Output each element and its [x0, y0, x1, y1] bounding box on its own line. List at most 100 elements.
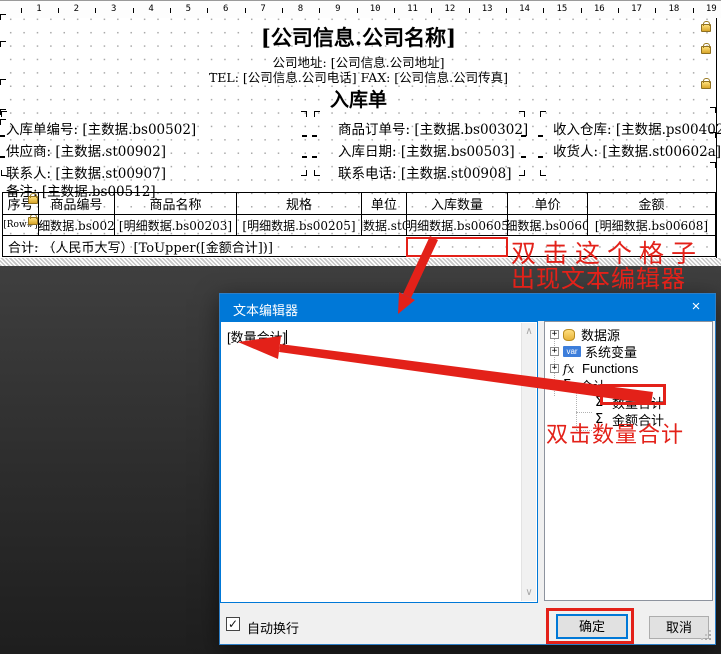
- band-mark: [0, 14, 6, 20]
- selection-mark: [302, 156, 307, 158]
- tree-item-datasource[interactable]: + 数据源: [550, 326, 620, 343]
- expression-textarea[interactable]: [数量合计] ∧ ∨: [220, 321, 538, 603]
- horizontal-ruler: 12345678910111213141516171819: [0, 0, 721, 18]
- table-data-row: [Row#] 细数据.bs002 [明细数据.bs00203] [明细数据.bs…: [3, 215, 715, 236]
- expand-icon[interactable]: +: [550, 347, 559, 356]
- selection-mark: [301, 170, 307, 176]
- collapse-icon[interactable]: -: [550, 381, 559, 390]
- table-cell[interactable]: 细数据.bs002: [39, 215, 115, 235]
- annotation-cell-note-2: 出现文本编辑器: [511, 259, 686, 294]
- table-header-cell[interactable]: 规格: [237, 193, 362, 214]
- tree-item-label: 系统变量: [585, 342, 637, 361]
- vertical-scrollbar[interactable]: ∧ ∨: [521, 323, 536, 601]
- cell-label: [明细数据.bs00203]: [119, 217, 232, 234]
- expand-icon[interactable]: +: [550, 364, 559, 373]
- field-receipt-no[interactable]: 入库单编号: [主数据.bs00502]: [6, 118, 196, 138]
- variable-icon: var: [563, 346, 581, 357]
- cancel-button[interactable]: 取消: [649, 616, 709, 639]
- scroll-down-icon[interactable]: ∨: [522, 587, 536, 598]
- band-mark: [710, 107, 716, 113]
- company-title-field[interactable]: [公司信息.公司名称]: [0, 22, 717, 52]
- highlight-box-quantity-total: [600, 384, 666, 405]
- cell-label: 细数据.st00: [362, 217, 407, 234]
- table-header-cell[interactable]: 商品编号: [39, 193, 115, 214]
- table-cell[interactable]: 细数据.bs0060: [508, 215, 588, 235]
- table-cell[interactable]: [明细数据.bs00203]: [115, 215, 237, 235]
- selection-mark: [301, 111, 307, 117]
- header-label: 商品编号: [50, 194, 102, 213]
- table-header-row: 序号 商品编号 商品名称 规格 单位 入库数量 单价 金额: [3, 193, 715, 215]
- function-icon: fx: [563, 362, 579, 376]
- field-supplier[interactable]: 供应商: [主数据.st00902]: [6, 140, 166, 160]
- selection-mark: [540, 111, 546, 117]
- cell-label: 细数据.bs002: [39, 217, 115, 234]
- header-label: 单价: [534, 194, 560, 213]
- form-title-field[interactable]: 入库单: [0, 85, 717, 112]
- tree-item-functions[interactable]: + fx Functions: [550, 360, 638, 377]
- band-mark: [710, 162, 716, 168]
- field-order-no[interactable]: 商品订单号: [主数据.bs00302]: [338, 118, 528, 138]
- band-mark: [710, 132, 716, 138]
- field-phone[interactable]: 联系电话: [主数据.st00908]: [338, 162, 511, 182]
- text-editor-dialog: 文本编辑器 × [数量合计] ∧ ∨ + 数据源 + var 系统变量: [219, 293, 716, 645]
- selection-mark: [521, 156, 526, 158]
- close-icon[interactable]: ×: [686, 298, 706, 316]
- database-icon: [563, 329, 575, 341]
- text-caret: [286, 330, 287, 344]
- selection-mark: [302, 135, 307, 137]
- tree-item-label: Functions: [582, 361, 638, 376]
- selection-mark: [0, 156, 5, 158]
- expand-icon[interactable]: +: [550, 330, 559, 339]
- field-receiver[interactable]: 收货人: [主数据.st00602a]: [553, 140, 721, 160]
- band-mark: [0, 79, 6, 85]
- table-header-cell[interactable]: 序号: [3, 193, 39, 214]
- header-label: 单位: [371, 194, 397, 213]
- band-mark: [0, 119, 6, 125]
- dialog-title: 文本编辑器: [233, 300, 298, 319]
- expression-text: [数量合计]: [227, 327, 287, 346]
- field-warehouse[interactable]: 收入仓库: [主数据.ps00402]: [553, 118, 721, 138]
- band-mark: [0, 41, 6, 47]
- selection-mark: [538, 135, 543, 137]
- table-header-cell[interactable]: 商品名称: [115, 193, 237, 214]
- report-designer-window: 12345678910111213141516171819 [公司信息.公司名称…: [0, 0, 721, 654]
- cell-label: [明细数据.bs00608]: [595, 217, 708, 234]
- selection-mark: [0, 135, 5, 137]
- selection-mark: [519, 111, 525, 117]
- header-label: 规格: [286, 194, 312, 213]
- highlight-box-ok-button: [546, 608, 634, 644]
- cell-label: 明细数据.bs00605: [407, 217, 508, 234]
- table-cell[interactable]: 细数据.st00: [362, 215, 407, 235]
- lock-icon: [701, 81, 711, 89]
- cell-label: [明细数据.bs00205]: [242, 217, 355, 234]
- lock-icon: [28, 196, 38, 204]
- scroll-up-icon[interactable]: ∧: [522, 326, 536, 337]
- field-contact[interactable]: 联系人: [主数据.st00907]: [6, 162, 166, 182]
- header-label: 金额: [638, 194, 664, 213]
- tree-item-totals[interactable]: - Σ 合计: [550, 377, 606, 394]
- annotation-tree-note: 双击数量合计: [546, 417, 684, 449]
- header-label: 入库数量: [431, 194, 483, 213]
- selection-mark: [312, 156, 317, 158]
- table-header-cell[interactable]: 单价: [508, 193, 588, 214]
- tree-item-system-vars[interactable]: + var 系统变量: [550, 343, 637, 360]
- lock-icon: [28, 217, 38, 225]
- cell-label: 细数据.bs0060: [508, 217, 588, 234]
- lock-icon: [701, 24, 711, 32]
- tel-fax-field[interactable]: TEL: [公司信息.公司电话] FAX: [公司信息.公司传真]: [0, 67, 717, 86]
- table-cell[interactable]: [明细数据.bs00608]: [588, 215, 715, 235]
- table-header-cell[interactable]: 金额: [588, 193, 715, 214]
- table-cell[interactable]: [明细数据.bs00205]: [237, 215, 362, 235]
- table-header-cell[interactable]: 单位: [362, 193, 407, 214]
- selection-mark: [314, 111, 320, 117]
- resize-grip[interactable]: [709, 638, 711, 640]
- dialog-titlebar[interactable]: 文本编辑器 ×: [220, 294, 715, 321]
- table-cell[interactable]: 明细数据.bs00605: [407, 215, 508, 235]
- selection-mark: [1, 111, 7, 117]
- table-cell-rowno[interactable]: [Row#]: [3, 215, 39, 235]
- field-date[interactable]: 入库日期: [主数据.bs00503]: [338, 140, 515, 160]
- selection-mark: [312, 135, 317, 137]
- table-header-cell[interactable]: 入库数量: [407, 193, 508, 214]
- selection-mark: [314, 170, 320, 176]
- word-wrap-checkbox[interactable]: ✓: [226, 617, 240, 631]
